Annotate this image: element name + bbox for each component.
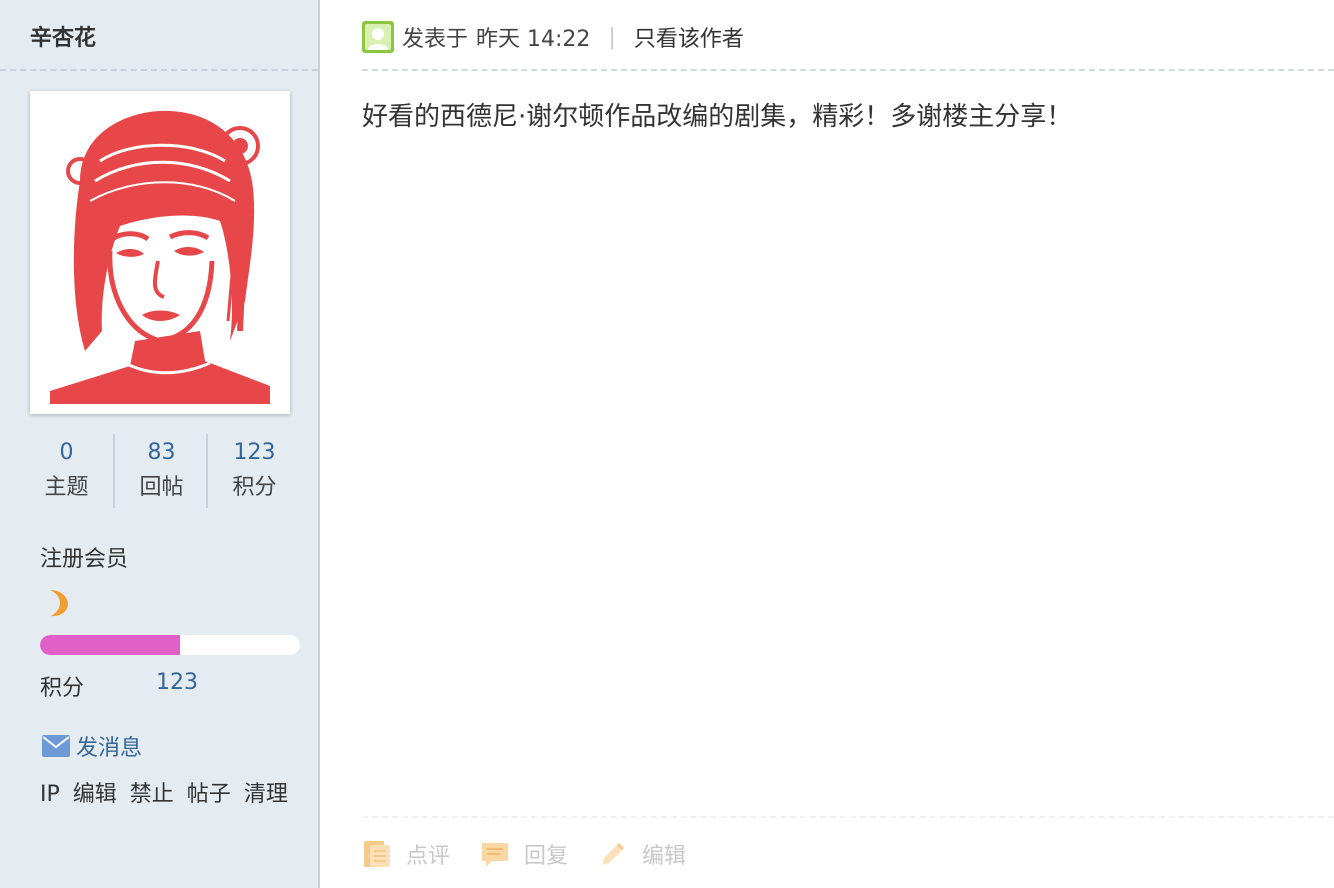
- stat-points-label: 积分: [232, 475, 277, 500]
- posted-prefix: 发表于: [402, 27, 469, 52]
- ip-link[interactable]: IP: [40, 782, 60, 807]
- stat-replies-value[interactable]: 83: [115, 434, 208, 472]
- reply-icon: [482, 843, 509, 867]
- edit-button[interactable]: 编辑: [598, 838, 686, 870]
- comment-button[interactable]: 点评: [362, 838, 450, 870]
- pencil-icon: [602, 843, 625, 865]
- posts-link[interactable]: 帖子: [187, 782, 231, 807]
- crescent-moon-icon: [50, 590, 68, 617]
- clean-link[interactable]: 清理: [244, 782, 288, 807]
- level-progress-fill: [40, 635, 181, 655]
- post-meta-header: 发表于 昨天 14:22 | 只看该作者: [362, 20, 744, 54]
- user-stats: 0 主题 83 回帖 123 积分: [20, 434, 300, 508]
- post-actions: 点评 回复 编辑: [362, 838, 716, 870]
- avatar[interactable]: [30, 91, 290, 414]
- stat-topics-value[interactable]: 0: [20, 434, 113, 472]
- stat-points-value[interactable]: 123: [208, 434, 301, 472]
- footer-divider: [362, 816, 1334, 818]
- level-progress-bar: [40, 635, 300, 655]
- stat-topics-label: 主题: [44, 475, 89, 500]
- comment-label[interactable]: 点评: [406, 838, 450, 870]
- header-separator: |: [608, 24, 616, 50]
- envelope-icon: [42, 735, 70, 757]
- admin-links: IP 编辑 禁止 帖子 清理: [40, 776, 294, 808]
- reply-button[interactable]: 回复: [480, 838, 568, 870]
- send-message-label[interactable]: 发消息: [76, 730, 142, 762]
- username[interactable]: 辛杏花: [30, 20, 96, 52]
- points-value: 123: [156, 670, 198, 695]
- papercut-portrait-image: [40, 101, 280, 404]
- points-label: 积分: [40, 676, 85, 701]
- send-message-link[interactable]: 发消息: [42, 730, 142, 762]
- content-divider: [362, 69, 1334, 71]
- reply-label[interactable]: 回复: [524, 838, 568, 870]
- edit-label[interactable]: 编辑: [642, 838, 686, 870]
- stat-points[interactable]: 123 积分: [208, 434, 301, 508]
- stat-replies[interactable]: 83 回帖: [115, 434, 208, 508]
- user-sidebar: 辛杏花 0 主题 83 回帖 123 积分 注册会员 积分 123 发消息 IP…: [0, 0, 320, 888]
- comment-icon: [364, 841, 390, 867]
- sidebar-divider: [0, 69, 318, 71]
- edit-user-link[interactable]: 编辑: [73, 782, 117, 807]
- stat-topics[interactable]: 0 主题: [20, 434, 113, 508]
- ban-link[interactable]: 禁止: [130, 782, 174, 807]
- user-online-icon: [362, 21, 394, 53]
- only-author-link[interactable]: 只看该作者: [634, 21, 744, 53]
- stat-replies-label: 回帖: [139, 475, 184, 500]
- user-group-label[interactable]: 注册会员: [40, 541, 128, 573]
- posted-time: 昨天 14:22: [476, 27, 591, 52]
- post-body: 好看的西德尼·谢尔顿作品改编的剧集，精彩！多谢楼主分享！: [362, 102, 1073, 132]
